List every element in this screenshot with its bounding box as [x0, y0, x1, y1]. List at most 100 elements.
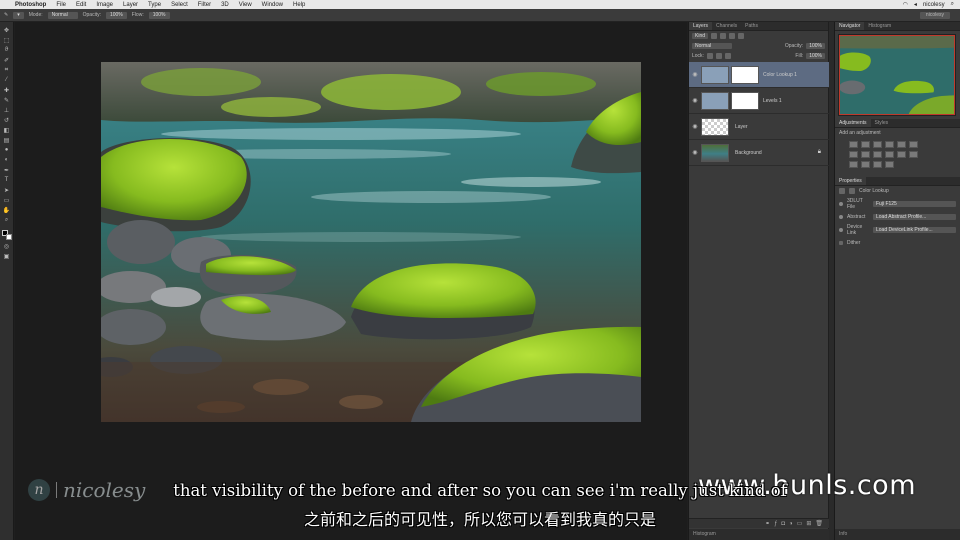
filter-adjustment-icon[interactable] [720, 33, 727, 39]
quick-mask-icon[interactable]: ◎ [2, 242, 12, 250]
color-balance-icon[interactable] [849, 151, 858, 158]
tab-layers[interactable]: Layers [689, 22, 713, 30]
pen-tool-icon[interactable]: ✒ [2, 166, 12, 174]
menu-edit[interactable]: Edit [71, 2, 91, 8]
hue-saturation-icon[interactable] [909, 141, 918, 148]
photo-filter-icon[interactable] [873, 151, 882, 158]
layer-name[interactable]: Color Lookup 1 [763, 72, 797, 78]
visibility-eye-icon[interactable]: ◉ [689, 149, 701, 156]
layer-blank[interactable]: ◉ Layer [689, 114, 829, 140]
menu-file[interactable]: File [51, 2, 71, 8]
tab-properties[interactable]: Properties [835, 177, 866, 185]
lock-move-icon[interactable] [715, 53, 722, 59]
lock-all-icon[interactable] [724, 53, 731, 59]
visibility-eye-icon[interactable]: ◉ [689, 123, 701, 130]
eraser-tool-icon[interactable]: ◧ [2, 126, 12, 134]
posterize-icon[interactable] [849, 161, 858, 168]
filter-pixel-icon[interactable] [711, 33, 718, 39]
history-brush-tool-icon[interactable]: ↺ [2, 116, 12, 124]
menu-view[interactable]: View [234, 2, 257, 8]
wifi-icon[interactable]: ◠ [903, 1, 908, 8]
layers-bottom-tab[interactable]: Histogram [689, 529, 829, 540]
dither-row[interactable]: Dither [835, 238, 960, 248]
layer-name[interactable]: Levels 1 [763, 98, 782, 104]
fill-field[interactable]: 100% [806, 53, 825, 59]
exposure-icon[interactable] [885, 141, 894, 148]
menu-help[interactable]: Help [288, 2, 310, 8]
type-tool-icon[interactable]: T [2, 176, 12, 184]
visibility-eye-icon[interactable]: ◉ [689, 71, 701, 78]
volume-icon[interactable]: ◂ [914, 1, 917, 8]
layer-mask-thumbnail[interactable] [731, 91, 759, 110]
menu-filter[interactable]: Filter [193, 2, 216, 8]
brush-tool-icon[interactable]: ✎ [2, 96, 12, 104]
zoom-tool-icon[interactable]: ⌕ [2, 216, 12, 224]
blur-tool-icon[interactable]: ● [2, 146, 12, 154]
brush-tool-preset-icon[interactable]: ✎ [4, 12, 8, 18]
layer-color-lookup[interactable]: ◉ Color Lookup 1 [689, 62, 829, 88]
move-tool-icon[interactable]: ✥ [2, 26, 12, 34]
black-white-icon[interactable] [861, 151, 870, 158]
tab-channels[interactable]: Channels [712, 22, 741, 30]
channel-mixer-icon[interactable] [885, 151, 894, 158]
opacity-field[interactable]: 100% [105, 11, 127, 19]
color-lookup-icon[interactable] [897, 151, 906, 158]
levels-icon[interactable] [861, 141, 870, 148]
threshold-icon[interactable] [861, 161, 870, 168]
menu-layer[interactable]: Layer [118, 2, 143, 8]
navigator-proxy-box[interactable] [839, 35, 955, 115]
tab-adjustments[interactable]: Adjustments [835, 119, 871, 127]
workspace-select[interactable]: nicolesy [919, 11, 950, 19]
flow-field[interactable]: 100% [148, 11, 170, 19]
adjustment-layer-thumbnail[interactable] [701, 91, 729, 110]
layer-opacity-field[interactable]: 100% [806, 43, 825, 49]
screen-mode-icon[interactable]: ▣ [2, 252, 12, 260]
tab-paths[interactable]: Paths [741, 22, 762, 30]
hand-tool-icon[interactable]: ✋ [2, 206, 12, 214]
healing-tool-icon[interactable]: ✚ [2, 86, 12, 94]
curves-icon[interactable] [873, 141, 882, 148]
right-bottom-tab[interactable]: Info [835, 529, 960, 540]
stamp-tool-icon[interactable]: ⊥ [2, 106, 12, 114]
dither-checkbox[interactable] [839, 241, 843, 245]
path-select-tool-icon[interactable]: ➤ [2, 186, 12, 194]
device-link-radio[interactable] [839, 228, 843, 232]
menu-select[interactable]: Select [166, 2, 193, 8]
invert-icon[interactable] [909, 151, 918, 158]
abstract-row[interactable]: Abstract Load Abstract Profile... [835, 212, 960, 222]
layer-background[interactable]: ◉ Background 🔒︎ [689, 140, 829, 166]
navigator-preview[interactable] [838, 34, 956, 116]
device-link-row[interactable]: Device Link Load DeviceLink Profile... [835, 222, 960, 238]
lut-file-radio[interactable] [839, 202, 843, 206]
color-swatches[interactable] [1, 230, 12, 240]
dodge-tool-icon[interactable]: ◐ [2, 156, 12, 164]
layer-thumbnail[interactable] [701, 117, 729, 136]
layer-mask-thumbnail[interactable] [731, 65, 759, 84]
blend-mode-select[interactable]: Normal [692, 43, 732, 49]
visibility-eye-icon[interactable]: ◉ [689, 97, 701, 104]
brush-size-picker[interactable]: ▾ [13, 11, 24, 19]
background-color[interactable] [5, 234, 12, 240]
filter-type-icon[interactable] [729, 33, 736, 39]
brightness-contrast-icon[interactable] [849, 141, 858, 148]
vibrance-icon[interactable] [897, 141, 906, 148]
crop-tool-icon[interactable]: ⌗ [2, 66, 12, 74]
quick-select-tool-icon[interactable]: ✐ [2, 56, 12, 64]
gradient-tool-icon[interactable]: ▤ [2, 136, 12, 144]
menu-image[interactable]: Image [91, 2, 118, 8]
menu-photoshop[interactable]: Photoshop [10, 2, 51, 8]
gradient-map-icon[interactable] [885, 161, 894, 168]
tab-styles[interactable]: Styles [871, 119, 893, 127]
menu-window[interactable]: Window [257, 2, 288, 8]
lut-file-row[interactable]: 3DLUT File Fuji F125 [835, 196, 960, 212]
mode-select[interactable]: Normal [47, 11, 78, 19]
mask-icon[interactable] [849, 188, 855, 194]
lasso-tool-icon[interactable]: ϑ [2, 46, 12, 54]
filter-shape-icon[interactable] [738, 33, 745, 39]
lut-file-select[interactable]: Fuji F125 [873, 201, 956, 207]
search-icon[interactable]: ⌕ [951, 1, 954, 8]
layer-name[interactable]: Layer [735, 124, 748, 130]
document-image[interactable] [101, 62, 641, 422]
layer-name[interactable]: Background [735, 150, 762, 156]
layer-levels[interactable]: ◉ Levels 1 [689, 88, 829, 114]
